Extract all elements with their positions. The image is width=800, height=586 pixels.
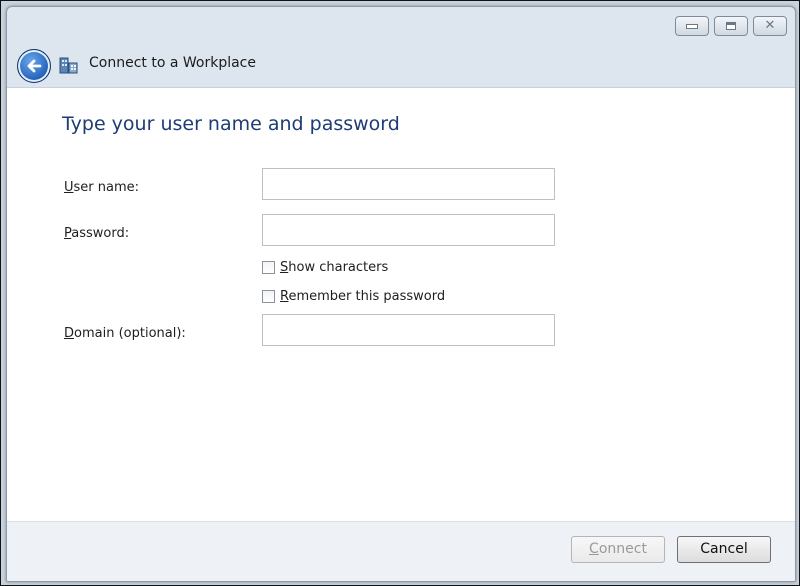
- dialog-footer: Connect Cancel: [7, 521, 795, 581]
- connect-button[interactable]: Connect: [571, 536, 665, 563]
- remember-password-text: emember this password: [288, 289, 446, 304]
- password-label-text: assword:: [71, 226, 130, 241]
- domain-label-access-key: D: [64, 326, 75, 341]
- show-characters-text: how characters: [288, 260, 389, 275]
- cancel-button[interactable]: Cancel: [677, 536, 771, 563]
- connect-label: onnect: [598, 541, 647, 557]
- password-input[interactable]: [262, 214, 555, 246]
- minimize-icon: [686, 23, 698, 29]
- network-workplace-icon: [59, 57, 78, 74]
- minimize-button[interactable]: [675, 16, 709, 36]
- password-label: Password:: [64, 226, 129, 241]
- back-arrow-icon: [27, 59, 42, 73]
- dialog-content: Type your user name and password User na…: [7, 87, 795, 522]
- username-input[interactable]: [262, 168, 555, 200]
- remember-password-option[interactable]: Remember this password: [262, 289, 445, 304]
- show-characters-checkbox[interactable]: [262, 261, 275, 274]
- back-button[interactable]: [17, 49, 51, 83]
- caption-buttons: ✕: [675, 16, 787, 38]
- dialog-window: ✕ Connect to a Workplace Type your user …: [6, 6, 796, 582]
- domain-input[interactable]: [262, 314, 555, 346]
- show-characters-option[interactable]: Show characters: [262, 260, 388, 275]
- screenshot-frame: ✕ Connect to a Workplace Type your user …: [0, 0, 800, 586]
- maximize-icon: [726, 22, 736, 30]
- username-label-text: ser name:: [73, 180, 140, 195]
- maximize-button[interactable]: [714, 16, 748, 36]
- username-label-access-key: U: [64, 180, 74, 195]
- show-characters-label: Show characters: [280, 260, 388, 275]
- domain-label: Domain (optional):: [64, 326, 186, 341]
- remember-password-label: Remember this password: [280, 289, 445, 304]
- page-heading: Type your user name and password: [62, 113, 400, 135]
- username-label: User name:: [64, 180, 139, 195]
- wizard-header: Connect to a Workplace: [7, 41, 795, 87]
- connect-access-key: C: [589, 541, 599, 557]
- domain-label-text: omain (optional):: [74, 326, 186, 341]
- close-icon: ✕: [764, 18, 776, 33]
- window-title: Connect to a Workplace: [89, 55, 256, 71]
- close-button[interactable]: ✕: [753, 16, 787, 36]
- remember-password-checkbox[interactable]: [262, 290, 275, 303]
